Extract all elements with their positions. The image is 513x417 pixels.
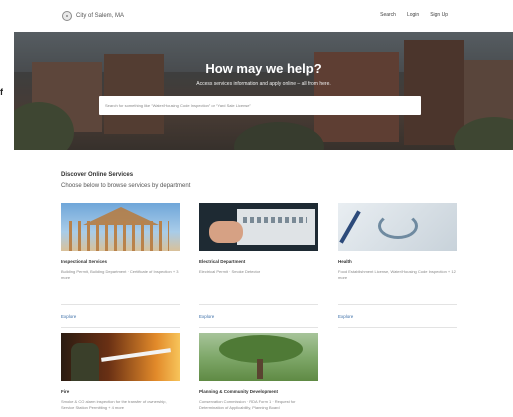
card-description: Conservation Commission · RDA Form 1 · R… — [199, 399, 296, 410]
divider — [199, 304, 318, 305]
card-description: Building Permit, Building Department · C… — [61, 269, 179, 280]
divider — [61, 327, 180, 328]
nav-links: Search Login Sign Up — [380, 12, 448, 18]
divider — [61, 304, 180, 305]
service-card-health[interactable]: Health Food Establishment License, Water… — [338, 203, 457, 328]
card-title: Inspectional Services — [61, 259, 108, 264]
construction-frame-image — [61, 203, 180, 251]
hand-shape — [209, 221, 243, 243]
nav-search-link[interactable]: Search — [380, 12, 396, 18]
panel-shape — [237, 209, 315, 245]
top-nav: City of Salem, MA Search Login Sign Up — [0, 0, 513, 32]
card-title: Health — [338, 259, 352, 264]
edge-letter: f — [0, 87, 3, 97]
nav-login-link[interactable]: Login — [407, 12, 419, 18]
divider — [338, 304, 457, 305]
brand-name: City of Salem, MA — [76, 13, 125, 19]
card-description: Smoke & CO alarm inspection for the tran… — [61, 399, 167, 410]
service-card-fire[interactable]: Fire Smoke & CO alarm inspection for the… — [61, 333, 180, 413]
stethoscope-icon — [378, 213, 418, 239]
frame-shape — [69, 221, 169, 251]
firefighter-shape — [71, 343, 99, 381]
card-title: Electrical Department — [199, 259, 246, 264]
card-description: Food Establishment License, Water/Housin… — [338, 269, 456, 280]
hero-overlay — [14, 32, 513, 150]
oak-tree-image — [199, 333, 318, 381]
card-description: Electrical Permit · Smoke Detector — [199, 269, 261, 274]
electrical-panel-image — [199, 203, 318, 251]
explore-link[interactable]: Explore — [61, 314, 76, 319]
card-title: Planning & Community Development — [199, 389, 279, 394]
divider — [338, 327, 457, 328]
tree-trunk-shape — [257, 359, 263, 379]
explore-link[interactable]: Explore — [338, 314, 353, 319]
section-subtitle: Choose below to browse services by depar… — [61, 183, 191, 189]
service-card-electrical[interactable]: Electrical Department Electrical Permit … — [199, 203, 318, 328]
hero-title: How may we help? — [205, 61, 322, 76]
hero-subtitle: Access services information and apply on… — [196, 81, 331, 87]
divider — [199, 327, 318, 328]
nav-signup-link[interactable]: Sign Up — [430, 12, 448, 18]
service-card-planning[interactable]: Planning & Community Development Conserv… — [199, 333, 318, 413]
water-stream-shape — [101, 348, 171, 362]
pen-shape — [339, 210, 361, 244]
explore-link[interactable]: Explore — [199, 314, 214, 319]
card-title: Fire — [61, 389, 70, 394]
section-title: Discover Online Services — [61, 172, 134, 178]
hero-search-input[interactable] — [99, 96, 421, 115]
firefighter-hose-image — [61, 333, 180, 381]
hero-banner: How may we help? Access services informa… — [14, 32, 513, 150]
stethoscope-image — [338, 203, 457, 251]
city-seal-icon — [62, 11, 72, 21]
brand[interactable]: City of Salem, MA — [62, 11, 124, 21]
service-card-inspectional[interactable]: Inspectional Services Building Permit, B… — [61, 203, 180, 328]
